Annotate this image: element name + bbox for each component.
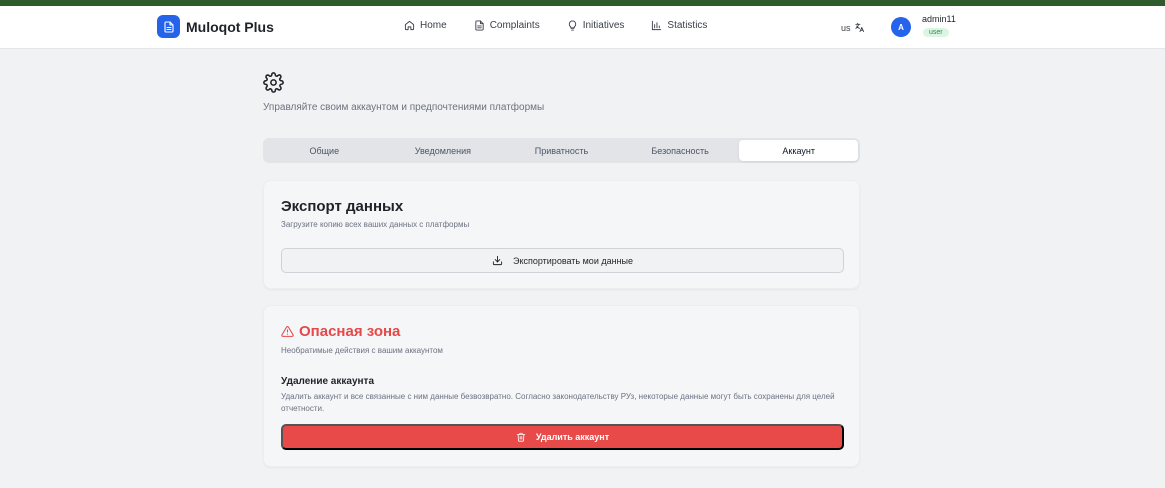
danger-zone-title-text: Опасная зона (299, 323, 401, 340)
nav-item-home[interactable]: Home (404, 20, 447, 31)
navbar: Muloqot Plus Home Complaints Initiatives… (0, 6, 1165, 49)
main-nav: Home Complaints Initiatives Statistics (404, 20, 734, 31)
nav-item-initiatives[interactable]: Initiatives (567, 20, 625, 31)
tab-account[interactable]: Аккаунт (739, 140, 858, 161)
nav-item-label: Home (420, 20, 447, 31)
bar-chart-icon (652, 20, 662, 31)
avatar[interactable]: A (891, 17, 911, 37)
tab-general[interactable]: Общие (265, 140, 384, 161)
export-button-label: Экспортировать мои данные (512, 255, 634, 266)
nav-item-statistics[interactable]: Statistics (651, 20, 707, 31)
gear-icon (263, 72, 284, 93)
tab-security[interactable]: Безопасность (621, 140, 740, 161)
language-switcher[interactable]: us (841, 22, 865, 33)
trash-icon (516, 432, 526, 442)
delete-account-text: Удалить аккаунт и все связанные с ним да… (281, 392, 835, 413)
export-data-card: Экспорт данных Загрузите копию всех ваши… (263, 180, 860, 289)
nav-item-label: Initiatives (582, 20, 625, 31)
delete-button-label: Удалить аккаунт (535, 432, 610, 442)
tab-notifications[interactable]: Уведомления (384, 140, 503, 161)
warning-icon (281, 326, 294, 337)
nav-item-complaints[interactable]: Complaints (474, 20, 540, 31)
home-icon (404, 20, 415, 31)
language-code: us (841, 22, 851, 33)
export-card-description: Загрузите копию всех ваших данных с плат… (281, 220, 470, 229)
brand-name: Muloqot Plus (186, 18, 274, 35)
page-subtitle: Управляйте своим аккаунтом и предпочтени… (263, 102, 545, 113)
role-badge: user (923, 28, 949, 37)
danger-zone-card: Опасная зона Необратимые действия с ваши… (263, 305, 860, 467)
document-icon (157, 15, 180, 38)
lightbulb-icon (568, 20, 576, 31)
download-icon (492, 255, 503, 266)
translate-icon (854, 22, 864, 33)
export-card-title: Экспорт данных (281, 198, 404, 215)
user-name: admin11 (922, 14, 956, 24)
settings-tabs: Общие Уведомления Приватность Безопаснос… (263, 138, 860, 163)
brand[interactable]: Muloqot Plus (157, 15, 274, 38)
nav-item-label: Complaints (489, 20, 540, 31)
danger-zone-title: Опасная зона (281, 323, 400, 340)
danger-zone-description: Необратимые действия с вашим аккаунтом (281, 346, 443, 355)
nav-item-label: Statistics (667, 20, 708, 31)
export-data-button[interactable]: Экспортировать мои данные (281, 248, 844, 273)
delete-account-button[interactable]: Удалить аккаунт (281, 424, 844, 450)
delete-account-heading: Удаление аккаунта (281, 376, 375, 387)
tab-privacy[interactable]: Приватность (502, 140, 621, 161)
document-icon (475, 20, 484, 31)
